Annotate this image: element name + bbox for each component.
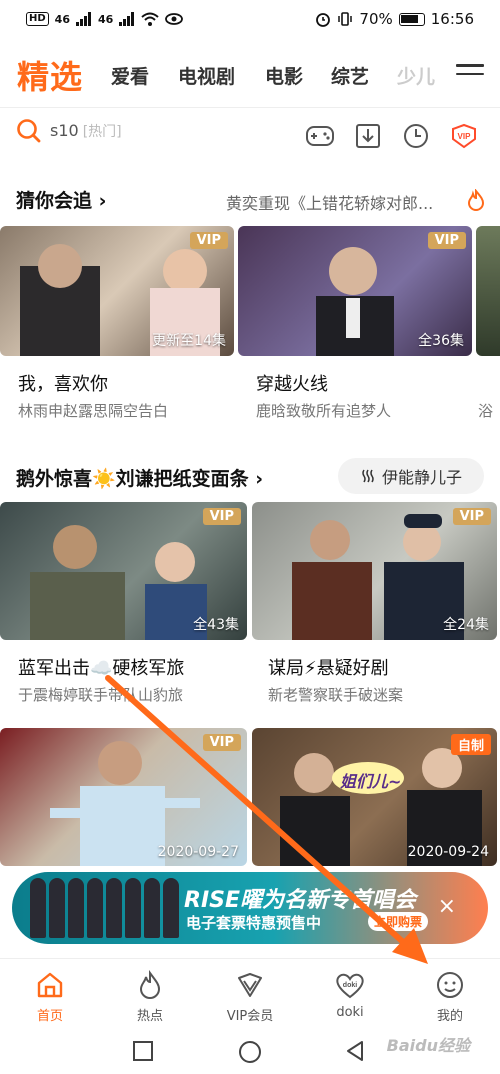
history-clock-icon[interactable]: [400, 120, 432, 152]
doki-heart-icon: doki: [336, 973, 364, 999]
home-icon: [37, 972, 63, 998]
toolbar: VIP: [304, 120, 480, 152]
tab-tv-series[interactable]: 电视剧: [178, 62, 235, 89]
vip-crown-icon: [238, 973, 262, 997]
hot-topic-text[interactable]: 黄奕重现《上错花轿嫁对郎...: [226, 190, 462, 214]
video-thumbnail[interactable]: VIP 全43集: [0, 502, 247, 640]
video-thumbnail[interactable]: 姐们儿~ 自制 2020-09-24: [252, 728, 497, 866]
battery-icon: [398, 12, 425, 26]
card-subtitle: 新老警察联手破迷案: [268, 686, 404, 704]
network-indicator: 46: [54, 12, 70, 26]
tab-movies[interactable]: 电影: [265, 62, 303, 89]
banner-title: RISE曜为名新专首唱会: [184, 888, 416, 913]
home-circle-icon[interactable]: [238, 1040, 262, 1064]
tab-label: 我的: [436, 1009, 463, 1024]
search-hint: [热门]: [82, 124, 122, 140]
tab-doki[interactable]: doki doki: [310, 969, 390, 1020]
search-input[interactable]: s10 [热门]: [50, 121, 122, 141]
section-title-surprise[interactable]: 鹅外惊喜☀️刘谦把纸变面条 ›: [16, 464, 263, 491]
episode-count: 全36集: [418, 333, 464, 349]
card-subtitle: 于震梅婷联手带队山豹旅: [18, 686, 184, 704]
download-icon[interactable]: [352, 120, 384, 152]
tab-featured[interactable]: 精选: [17, 52, 83, 98]
menu-icon[interactable]: [456, 64, 484, 84]
video-thumbnail[interactable]: [476, 226, 500, 356]
vip-badge: VIP: [427, 232, 466, 249]
vip-badge: VIP: [452, 508, 491, 525]
vip-badge-icon[interactable]: VIP: [448, 120, 480, 152]
top-nav: 精选 爱看 电视剧 电影 综艺 少儿: [0, 44, 500, 104]
divider: [0, 107, 500, 108]
card-title: 蓝军出击☁️硬核军旅: [18, 658, 185, 679]
svg-text:doki: doki: [343, 982, 357, 989]
banner-subtitle: 电子套票特惠预售中: [186, 914, 322, 932]
original-badge: 自制: [450, 734, 491, 755]
video-thumbnail[interactable]: VIP 全36集: [238, 226, 472, 356]
chevron-right-icon: ›: [255, 468, 264, 490]
app-screen: HD 46 46 70% 16:56 精选 爱看 电视剧 电影 综艺 少儿 s1…: [0, 0, 500, 1074]
svg-text:VIP: VIP: [458, 132, 472, 141]
recents-square-icon[interactable]: [132, 1040, 154, 1062]
episode-count: 全43集: [193, 617, 239, 633]
signal-icon-2: [119, 12, 135, 26]
card-subtitle: 鹿晗致敬所有追梦人: [256, 402, 392, 420]
close-icon[interactable]: ×: [438, 894, 456, 919]
trending-search-pill[interactable]: 伊能静儿子: [338, 458, 484, 494]
video-thumbnail[interactable]: VIP 全24集: [252, 502, 497, 640]
tab-vip[interactable]: VIP会员: [210, 969, 290, 1024]
episode-count: 更新至14集: [152, 333, 226, 349]
section-title-recommend[interactable]: 猜你会追 ›: [16, 186, 106, 213]
flame-icon: [139, 970, 161, 999]
hot-steam-icon: [362, 469, 374, 483]
clock: 16:56: [430, 10, 474, 28]
flame-icon: [467, 189, 485, 211]
wifi-icon: [141, 12, 159, 26]
bottom-tab-bar: 首页 热点 VIP会员 doki doki 我的: [0, 958, 500, 1030]
video-thumbnail[interactable]: VIP 更新至14集: [0, 226, 234, 356]
alarm-icon: [316, 13, 331, 27]
tab-label: doki: [336, 1005, 364, 1020]
buy-ticket-button[interactable]: 立即购票: [368, 912, 429, 931]
tab-label: 首页: [36, 1009, 63, 1024]
hd-indicator: HD: [26, 12, 49, 26]
banner-image: [30, 878, 180, 940]
card-title: 穿越火线: [256, 374, 328, 395]
card-title: 谋局⚡悬疑好剧: [268, 658, 389, 679]
vip-badge: VIP: [189, 232, 228, 249]
tab-kids[interactable]: 少儿: [397, 62, 437, 89]
video-thumbnail[interactable]: VIP 2020-09-27: [0, 728, 247, 866]
smiley-profile-icon: [437, 972, 463, 998]
speech-bubble: 姐们儿~: [340, 772, 402, 791]
tab-trending[interactable]: 热点: [110, 969, 190, 1024]
tab-watch[interactable]: 爱看: [111, 62, 149, 89]
vip-badge: VIP: [202, 734, 241, 751]
vip-badge: VIP: [202, 508, 241, 525]
card-subtitle: 林雨申赵露思隔空告白: [18, 402, 169, 420]
episode-count: 全24集: [443, 617, 489, 633]
tab-variety[interactable]: 综艺: [331, 62, 369, 89]
signal-icon: [75, 12, 91, 26]
battery-percent: 70%: [359, 10, 393, 28]
tab-label: 热点: [136, 1009, 163, 1024]
search-bar[interactable]: s10 [热门]: [16, 118, 122, 144]
back-triangle-icon[interactable]: [344, 1040, 366, 1062]
tab-label: VIP会员: [226, 1009, 274, 1024]
tab-profile[interactable]: 我的: [410, 969, 490, 1024]
chevron-right-icon: ›: [98, 190, 107, 212]
tab-home[interactable]: 首页: [10, 969, 90, 1024]
network-indicator-2: 46: [97, 12, 114, 26]
eye-icon: [165, 13, 184, 25]
game-controller-icon[interactable]: [304, 120, 336, 152]
card-title: 我，喜欢你: [18, 374, 108, 395]
promo-banner[interactable]: RISE曜为名新专首唱会 电子套票特惠预售中 立即购票 ×: [12, 872, 488, 944]
search-icon: [17, 119, 41, 143]
vibrate-icon: [338, 12, 353, 26]
status-bar: HD 46 46 70% 16:56: [0, 0, 500, 38]
card-subtitle: 浴: [478, 402, 494, 420]
air-date: 2020-09-27: [157, 844, 239, 860]
watermark: Baidu经验: [386, 1036, 470, 1055]
air-date: 2020-09-24: [407, 844, 489, 860]
